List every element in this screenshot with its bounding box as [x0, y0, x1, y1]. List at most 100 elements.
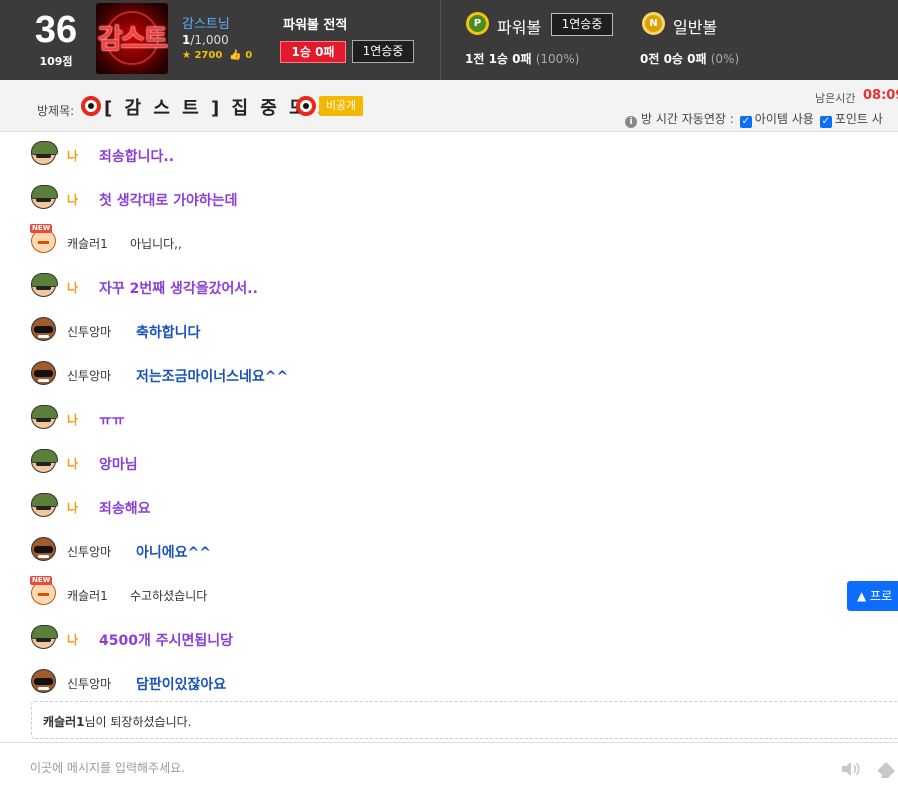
devil-avatar-icon[interactable] — [31, 361, 56, 385]
info-icon[interactable]: i — [625, 116, 637, 128]
chat-text: 죄송합니다.. — [99, 149, 175, 165]
target-icon — [81, 96, 101, 116]
new-user-avatar-icon[interactable] — [30, 224, 56, 253]
chat-nick[interactable]: 캐슬러1 — [67, 587, 108, 604]
chat-text: 아니에요^^ — [136, 545, 211, 561]
message-input[interactable] — [20, 751, 820, 785]
normalball-name: 일반볼 — [673, 18, 718, 37]
point-use-checkbox[interactable]: ✓ — [819, 116, 832, 128]
soldier-avatar-icon[interactable] — [31, 405, 58, 429]
chat-message: 나 4500개 주시면됩니당 — [31, 621, 891, 651]
chat-text: 4500개 주시면됩니당 — [99, 633, 233, 649]
level-points: 109점 — [39, 55, 73, 68]
auto-extend-row: i방 시간 자동연장 : ✓ 아이템 사용 ✓ 포인트 사 — [625, 110, 883, 128]
chat-text: 첫 생각대로 가야하는데 — [99, 193, 238, 209]
soldier-avatar-icon[interactable] — [31, 493, 58, 517]
chat-nick[interactable]: 나 — [67, 147, 78, 164]
chat-nick[interactable]: 신투앙마 — [67, 323, 111, 340]
system-notice: 캐슬러1님이 퇴장하셨습니다. — [31, 701, 898, 739]
chat-text: ㅠㅠ — [99, 413, 125, 429]
chat-message: 신투앙마 담판이있잖아요 — [31, 665, 891, 695]
chat-nick[interactable]: 나 — [67, 411, 78, 428]
point-use-label: 포인트 사 — [834, 112, 883, 126]
remaining-time: 08:09 — [863, 88, 898, 103]
auto-extend-label: 방 시간 자동연장 : — [641, 112, 734, 126]
eraser-icon[interactable] — [874, 759, 898, 779]
chat-text: 앙마님 — [99, 457, 138, 473]
user-header: 36 109점 감스트 감스트님 1/1,000 ★ 2700 👍 0 파워볼 … — [0, 0, 898, 80]
soldier-avatar-icon[interactable] — [31, 625, 58, 649]
message-input-bar — [0, 742, 898, 793]
chat-nick[interactable]: 나 — [67, 279, 78, 296]
chat-nick[interactable]: 신투앙마 — [67, 675, 111, 692]
item-use-label: 아이템 사용 — [754, 112, 814, 126]
chat-message: 캐슬러1 아닙니다,, — [30, 224, 891, 255]
exp-total: /1,000 — [190, 33, 229, 47]
thumbs-up-icon: 👍 — [229, 50, 242, 61]
normalball-record: 0전 0승 0패 (0%) — [640, 50, 739, 67]
devil-avatar-icon[interactable] — [31, 317, 56, 341]
room-title-label: 방제목: — [37, 104, 75, 118]
chat-nick[interactable]: 나 — [67, 499, 78, 516]
room-bar: 방제목: [ 감 스 트 ] 집 중 모 드 비공개 남은시간 08:09 i방… — [0, 80, 898, 132]
user-avatar[interactable]: 감스트 — [96, 3, 168, 74]
chat-nick[interactable]: 캐슬러1 — [67, 235, 108, 252]
notice-message: 님이 퇴장하셨습니다. — [84, 715, 192, 729]
powerball-streak: 1연승중 — [551, 13, 613, 36]
powerball-record-pct: (100%) — [535, 52, 580, 66]
devil-avatar-icon[interactable] — [31, 669, 56, 693]
level-number: 36 — [34, 9, 78, 51]
star-count: 2700 — [194, 50, 223, 61]
chat-nick[interactable]: 나 — [67, 455, 78, 472]
chat-nick[interactable]: 나 — [67, 191, 78, 208]
chat-message: 나 죄송해요 — [31, 489, 891, 519]
chat-message: 신투앙마 축하합니다 — [31, 313, 891, 343]
profile-toggle-button[interactable]: ▲ 프로 — [847, 581, 898, 611]
chat-nick[interactable]: 나 — [67, 631, 78, 648]
powerball-coin-icon: P — [466, 12, 489, 35]
chat-message: 나 첫 생각대로 가야하는데 — [31, 181, 891, 211]
powerball-record-text: 1전 1승 0패 — [465, 52, 532, 66]
normalball-coin-icon: N — [642, 12, 665, 35]
normalball-record-pct: (0%) — [710, 52, 740, 66]
header-divider — [440, 0, 441, 80]
target-icon — [296, 96, 316, 116]
chat-message: 나 ㅠㅠ — [31, 401, 891, 431]
chat-message: 나 자꾸 2번째 생각을갔어서.. — [31, 269, 891, 299]
chat-text: 죄송해요 — [99, 501, 151, 517]
chat-message: 나 앙마님 — [31, 445, 891, 475]
star-icon: ★ — [182, 50, 191, 61]
soldier-avatar-icon[interactable] — [31, 449, 58, 473]
chat-nick[interactable]: 신투앙마 — [67, 367, 111, 384]
username-link[interactable]: 감스트님 — [182, 13, 230, 32]
chat-text: 자꾸 2번째 생각을갔어서.. — [99, 281, 258, 297]
notice-text: 캐슬러1님이 퇴장하셨습니다. — [43, 713, 191, 730]
like-count: 0 — [245, 50, 253, 61]
record-streak: 1연승중 — [352, 40, 414, 63]
devil-avatar-icon[interactable] — [31, 537, 56, 561]
soldier-avatar-icon[interactable] — [31, 273, 58, 297]
speaker-icon[interactable] — [840, 760, 862, 778]
chat-log[interactable]: 나 죄송합니다.. 나 첫 생각대로 가야하는데 캐슬러1 아닙니다,, 나 자… — [0, 133, 898, 742]
soldier-avatar-icon[interactable] — [31, 141, 58, 165]
chat-text: 담판이있잖아요 — [136, 677, 227, 693]
chat-message: 신투앙마 아니에요^^ — [31, 533, 891, 563]
chat-message: 캐슬러1 수고하셨습니다 — [30, 576, 891, 607]
item-use-checkbox[interactable]: ✓ — [739, 116, 752, 128]
powerball-name: 파워볼 — [497, 18, 542, 37]
record-title: 파워볼 전적 — [283, 18, 348, 33]
user-stats: ★ 2700 👍 0 — [182, 50, 252, 61]
chat-message: 나 죄송합니다.. — [31, 137, 891, 167]
new-user-avatar-icon[interactable] — [30, 576, 56, 605]
record-badge: 1승 0패 — [280, 41, 346, 63]
notice-user: 캐슬러1 — [43, 715, 85, 729]
soldier-avatar-icon[interactable] — [31, 185, 58, 209]
chat-text: 아닙니다,, — [130, 237, 182, 251]
private-badge: 비공개 — [319, 96, 363, 116]
normalball-record-text: 0전 0승 0패 — [640, 52, 707, 66]
powerball-record: 1전 1승 0패 (100%) — [465, 50, 579, 67]
avatar-logo-text: 감스트 — [97, 24, 168, 55]
chat-text: 수고하셨습니다 — [130, 589, 208, 603]
chat-nick[interactable]: 신투앙마 — [67, 543, 111, 560]
exp-display: 1/1,000 — [182, 33, 229, 47]
